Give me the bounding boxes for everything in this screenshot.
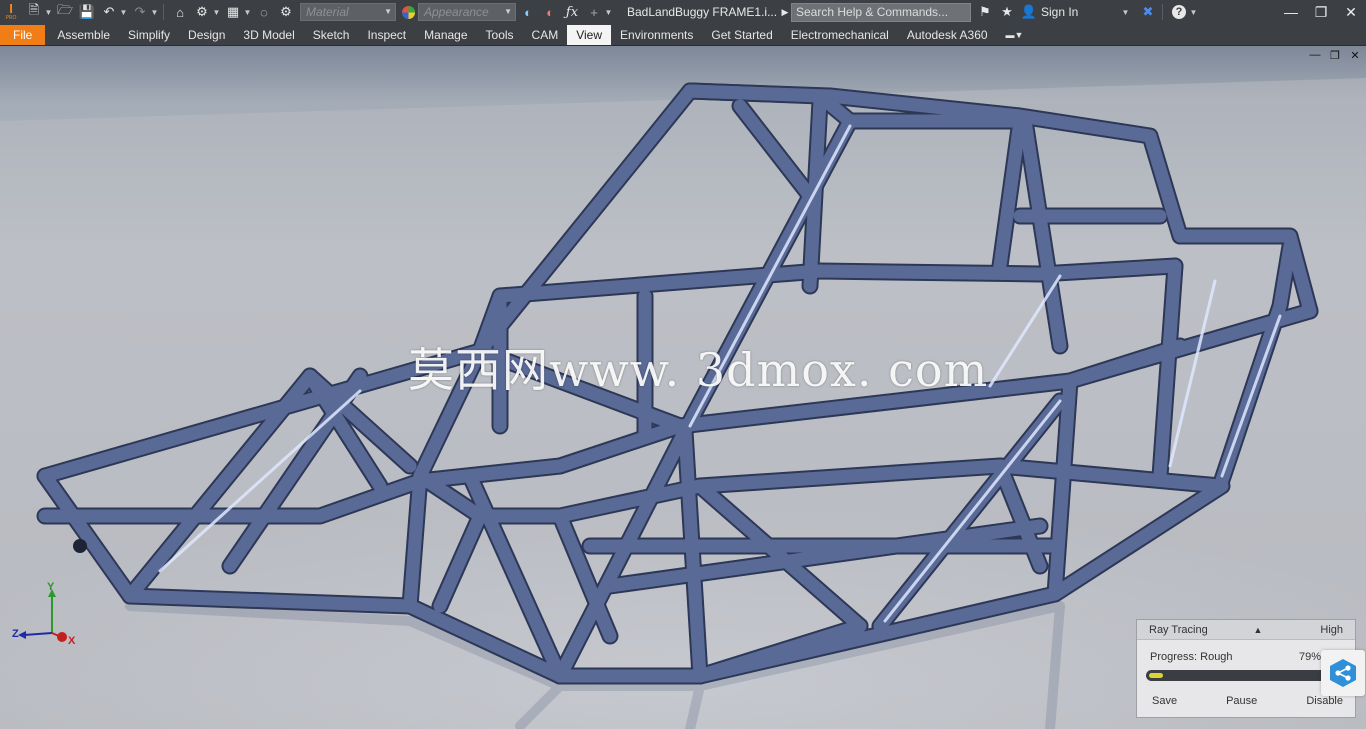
axis-z-label: Z (12, 628, 19, 640)
tab-inspect[interactable]: Inspect (358, 25, 415, 45)
favorites-star-icon[interactable]: ★ (997, 3, 1017, 21)
customize-qat-chevron-icon[interactable]: ▼ (604, 8, 613, 17)
ray-tracing-title: Ray Tracing (1149, 623, 1208, 636)
tab-get-started[interactable]: Get Started (702, 25, 781, 45)
minimize-icon[interactable]: — (1276, 0, 1306, 24)
tab-environments[interactable]: Environments (611, 25, 702, 45)
help-icon[interactable]: ? (1169, 3, 1189, 21)
axis-y-label: Y (47, 581, 55, 593)
ipart-icon[interactable]: ◌ (254, 3, 274, 21)
tab-3d-model[interactable]: 3D Model (234, 25, 303, 45)
open-folder-icon[interactable]: 🗁 (55, 2, 75, 21)
tab-electromechanical[interactable]: Electromechanical (782, 25, 898, 45)
tab-file[interactable]: File (0, 24, 46, 45)
material-combo[interactable]: Material ▼ (300, 3, 396, 21)
clear-appearance-icon[interactable]: ◐ (540, 3, 560, 21)
share-view-button[interactable] (1321, 650, 1365, 696)
appearance-combo[interactable]: Appearance ▼ (418, 3, 516, 21)
sign-in-link[interactable]: Sign In (1041, 5, 1121, 19)
home-icon[interactable]: ⌂ (170, 3, 190, 21)
restore-icon[interactable]: ❐ (1306, 0, 1336, 24)
progress-fill (1149, 673, 1163, 678)
ray-tracing-quality[interactable]: High (1320, 624, 1343, 636)
appearance-sphere-icon[interactable] (398, 3, 418, 21)
tab-autodesk-a360[interactable]: Autodesk A360 (898, 25, 997, 45)
select-dropdown-chevron-icon[interactable]: ▼ (243, 8, 252, 17)
axis-x-label: X (68, 635, 76, 647)
expand-arrow-icon[interactable]: ▶ (779, 3, 791, 21)
document-title: BadLandBuggy FRAME1.i... (627, 5, 777, 19)
chevron-down-icon: ▼ (384, 7, 392, 16)
toolbar-separator (163, 4, 164, 20)
exchange-x-icon[interactable]: ✖ (1138, 3, 1158, 21)
parameters-fx-icon[interactable]: ƒx (562, 3, 582, 21)
inventor-logo[interactable]: I PRO (0, 0, 22, 24)
ray-tracing-header[interactable]: Ray Tracing ▲ High (1137, 620, 1355, 640)
undo-icon[interactable]: ↶ (99, 3, 119, 21)
redo-dropdown-chevron-icon[interactable]: ▼ (150, 8, 159, 17)
help-chevron-icon[interactable]: ▼ (1189, 8, 1198, 17)
progress-label: Progress: Rough (1150, 651, 1233, 663)
doc-restore-icon[interactable]: ❐ (1328, 49, 1342, 62)
user-icon[interactable]: 👤 (1019, 3, 1039, 21)
tab-design[interactable]: Design (179, 25, 234, 45)
view-triad[interactable]: Y Z X (10, 581, 80, 655)
pause-button[interactable]: Pause (1226, 695, 1257, 707)
chevron-down-icon: ▼ (504, 7, 512, 16)
ribbon-options-icon[interactable]: ▬▼ (997, 25, 1033, 45)
progress-value: 79% (1298, 651, 1321, 663)
tab-assemble[interactable]: Assemble (48, 25, 119, 45)
disable-button[interactable]: Disable (1306, 695, 1343, 707)
new-dropdown-chevron-icon[interactable]: ▼ (44, 8, 53, 17)
adjust-appearance-icon[interactable]: ◐ (518, 3, 538, 21)
doc-minimize-icon[interactable]: — (1308, 49, 1322, 62)
global-icon[interactable]: ⚙ (276, 3, 296, 21)
doc-close-icon[interactable]: ✕ (1348, 49, 1362, 62)
redo-icon[interactable]: ↷ (130, 3, 150, 21)
tab-view[interactable]: View (567, 24, 612, 45)
tab-tools[interactable]: Tools (477, 25, 523, 45)
close-icon[interactable]: ✕ (1336, 0, 1366, 24)
update-icon[interactable]: ⚙ (192, 3, 212, 21)
ribbon-tabs: File Assemble Simplify Design 3D Model S… (0, 24, 1366, 46)
tab-manage[interactable]: Manage (415, 25, 476, 45)
collapse-caret-icon[interactable]: ▲ (1253, 625, 1262, 635)
update-dropdown-chevron-icon[interactable]: ▼ (212, 8, 221, 17)
sign-in-chevron-icon[interactable]: ▼ (1121, 8, 1130, 17)
undo-dropdown-chevron-icon[interactable]: ▼ (119, 8, 128, 17)
watermark-text: 莫西网www. 3dmox. com (408, 343, 989, 397)
document-window-controls: — ❐ ✕ (1308, 49, 1362, 62)
tab-simplify[interactable]: Simplify (119, 25, 179, 45)
binoculars-icon[interactable]: ⚑ (975, 3, 995, 21)
tab-cam[interactable]: CAM (523, 25, 568, 45)
search-input[interactable]: Search Help & Commands... (791, 2, 971, 22)
measure-plus-icon[interactable]: + (584, 3, 604, 21)
save-icon[interactable]: 💾 (77, 3, 97, 21)
tab-sketch[interactable]: Sketch (304, 25, 359, 45)
save-button[interactable]: Save (1152, 695, 1177, 707)
share-cube-icon (1330, 659, 1356, 687)
toolbar-separator (1162, 4, 1163, 20)
title-bar: I PRO 🗎 ▼ 🗁 💾 ↶ ▼ ↷ ▼ ⌂ ⚙ ▼ ▦ ▼ ◌ ⚙ Mate… (0, 0, 1366, 24)
new-file-icon[interactable]: 🗎 (24, 2, 44, 21)
progress-bar (1146, 670, 1343, 681)
select-icon[interactable]: ▦ (223, 3, 243, 21)
